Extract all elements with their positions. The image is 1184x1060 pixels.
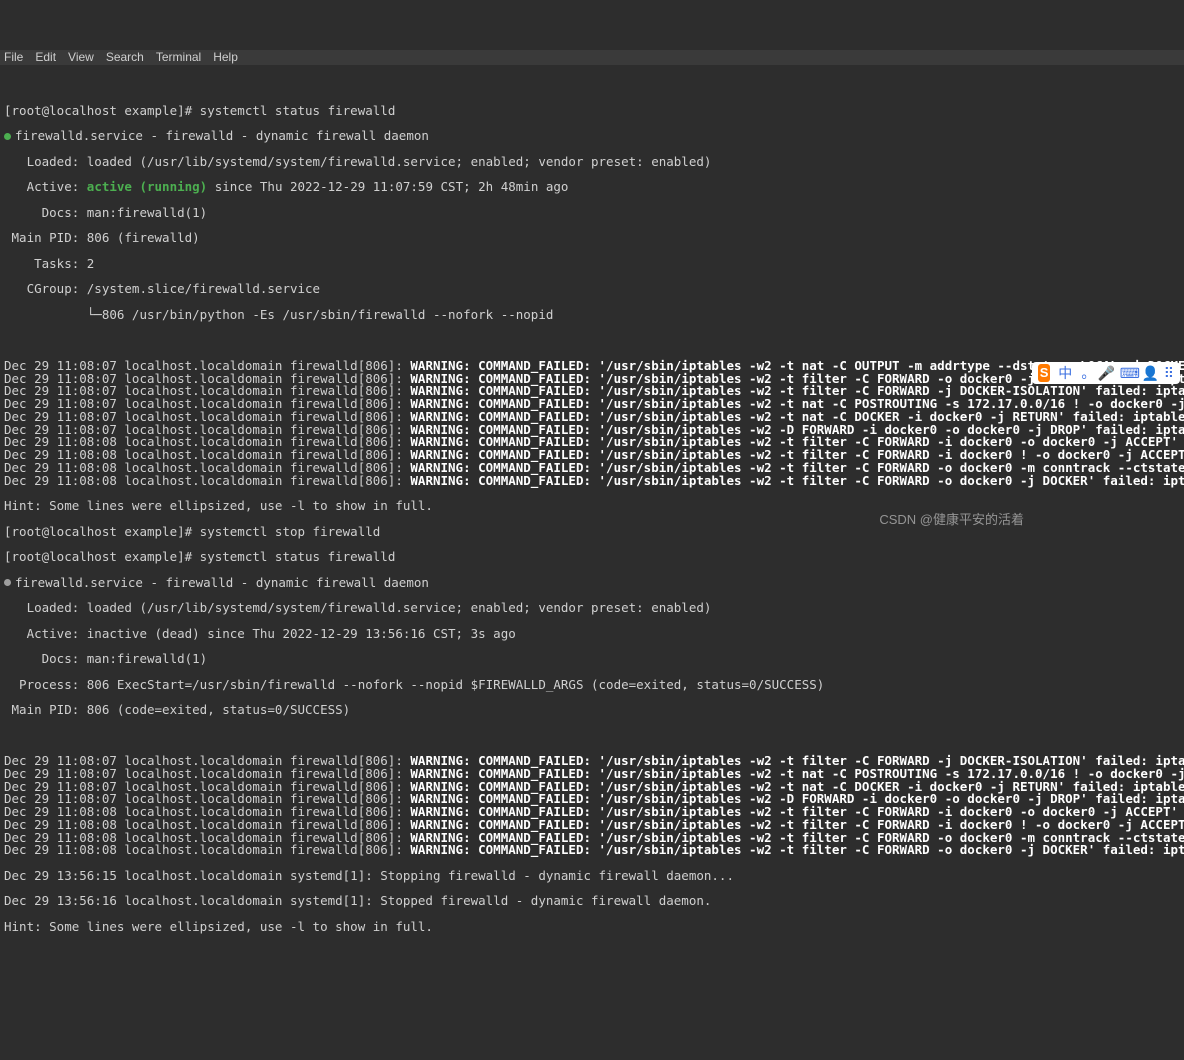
sogou-logo-icon[interactable]: S — [1038, 364, 1050, 382]
ime-lang[interactable]: 中 — [1058, 366, 1072, 380]
service-title: firewalld.service - firewalld - dynamic … — [15, 128, 429, 143]
menu-view[interactable]: View — [68, 50, 94, 64]
ime-sep: ｡ — [1080, 366, 1090, 380]
mainpid-line: Main PID: 806 (code=exited, status=0/SUC… — [4, 704, 1180, 717]
syslog-line: Dec 29 13:56:16 localhost.localdomain sy… — [4, 895, 1180, 908]
menu-terminal[interactable]: Terminal — [156, 50, 201, 64]
service-title: firewalld.service - firewalld - dynamic … — [15, 575, 429, 590]
command: systemctl status firewalld — [200, 103, 396, 118]
tasks-line: Tasks: 2 — [4, 258, 1180, 271]
menu-help[interactable]: Help — [213, 50, 238, 64]
menu-file[interactable]: File — [4, 50, 23, 64]
hint-line: Hint: Some lines were ellipsized, use -l… — [4, 500, 1180, 513]
mic-icon[interactable]: 🎤 — [1098, 366, 1112, 380]
shell-prompt: [root@localhost example]# — [4, 524, 200, 539]
menubar: File Edit View Search Terminal Help — [0, 50, 1184, 65]
keyboard-icon[interactable]: ⌨ — [1120, 366, 1134, 380]
menu-search[interactable]: Search — [106, 50, 144, 64]
active-label: Active: — [4, 179, 87, 194]
process-line: Process: 806 ExecStart=/usr/sbin/firewal… — [4, 679, 1180, 692]
shell-prompt: [root@localhost example]# — [4, 103, 200, 118]
status-dot-inactive-icon — [4, 579, 11, 586]
ime-toolbar[interactable]: S 中 ｡ 🎤 ⌨ 👤 ⠿ — [1032, 362, 1180, 384]
syslog-line: Dec 29 13:56:15 localhost.localdomain sy… — [4, 870, 1180, 883]
command: systemctl status firewalld — [200, 549, 396, 564]
mainpid-line: Main PID: 806 (firewalld) — [4, 232, 1180, 245]
log-line: Dec 29 11:08:08 localhost.localdomain fi… — [4, 844, 1180, 857]
cgroup-line2: └─806 /usr/bin/python -Es /usr/sbin/fire… — [4, 309, 1180, 322]
active-state: active (running) — [87, 179, 207, 194]
command: systemctl stop firewalld — [200, 524, 381, 539]
grid-icon[interactable]: ⠿ — [1164, 366, 1174, 380]
log-line: Dec 29 11:08:08 localhost.localdomain fi… — [4, 475, 1180, 488]
loaded-line: Loaded: loaded (/usr/lib/systemd/system/… — [4, 602, 1180, 615]
loaded-line: Loaded: loaded (/usr/lib/systemd/system/… — [4, 156, 1180, 169]
shell-prompt: [root@localhost example]# — [4, 549, 200, 564]
cgroup-line: CGroup: /system.slice/firewalld.service — [4, 283, 1180, 296]
hint-line: Hint: Some lines were ellipsized, use -l… — [4, 921, 1180, 934]
active-line: Active: inactive (dead) since Thu 2022-1… — [4, 628, 1180, 641]
docs-line: Docs: man:firewalld(1) — [4, 653, 1180, 666]
person-icon[interactable]: 👤 — [1142, 366, 1156, 380]
menu-edit[interactable]: Edit — [35, 50, 56, 64]
watermark: CSDN @健康平安的活着 — [879, 513, 1024, 526]
status-dot-active-icon — [4, 133, 11, 140]
active-since: since Thu 2022-12-29 11:07:59 CST; 2h 48… — [207, 179, 568, 194]
docs-line: Docs: man:firewalld(1) — [4, 207, 1180, 220]
